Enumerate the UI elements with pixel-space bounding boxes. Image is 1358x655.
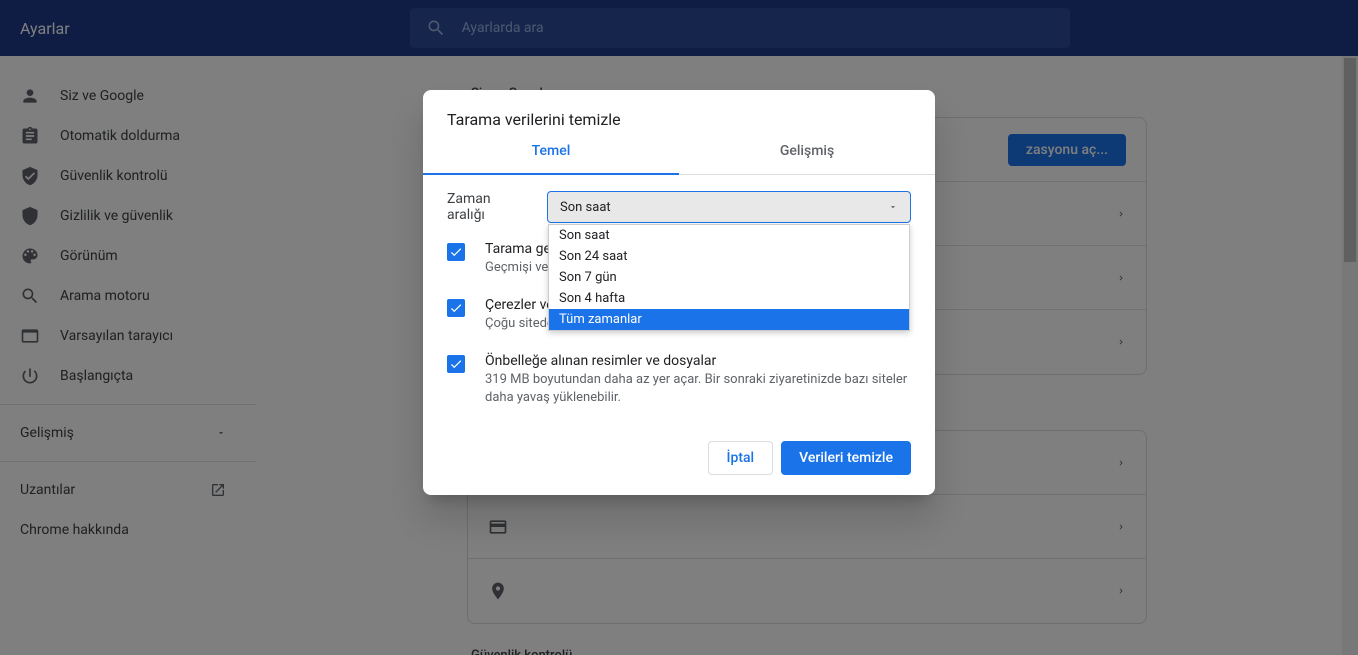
checkbox-checked[interactable]: [447, 355, 465, 373]
dialog-tabs: Temel Gelişmiş: [423, 129, 935, 175]
tab-basic[interactable]: Temel: [423, 129, 679, 175]
time-range-dropdown: Son saat Son 24 saat Son 7 gün Son 4 haf…: [548, 224, 910, 331]
check-row-cache[interactable]: Önbelleğe alınan resimler ve dosyalar319…: [447, 343, 911, 417]
time-range-label: Zaman aralığı: [447, 191, 531, 223]
checkbox-checked[interactable]: [447, 299, 465, 317]
cancel-button[interactable]: İptal: [708, 441, 774, 475]
clear-browsing-data-dialog: Tarama verilerini temizle Temel Gelişmiş…: [423, 90, 935, 495]
time-range-select[interactable]: Son saat Son saat Son 24 saat Son 7 gün …: [547, 191, 911, 223]
modal-overlay: Tarama verilerini temizle Temel Gelişmiş…: [0, 0, 1358, 655]
checkbox-checked[interactable]: [447, 243, 465, 261]
dialog-title: Tarama verilerini temizle: [423, 90, 935, 129]
dropdown-option[interactable]: Son saat: [549, 225, 909, 246]
dropdown-option-selected[interactable]: Tüm zamanlar: [549, 309, 909, 330]
dropdown-option[interactable]: Son 24 saat: [549, 246, 909, 267]
chevron-down-icon: [888, 202, 898, 212]
tab-advanced[interactable]: Gelişmiş: [679, 129, 935, 174]
clear-data-button[interactable]: Verileri temizle: [781, 441, 911, 475]
dropdown-option[interactable]: Son 7 gün: [549, 267, 909, 288]
dropdown-option[interactable]: Son 4 hafta: [549, 288, 909, 309]
